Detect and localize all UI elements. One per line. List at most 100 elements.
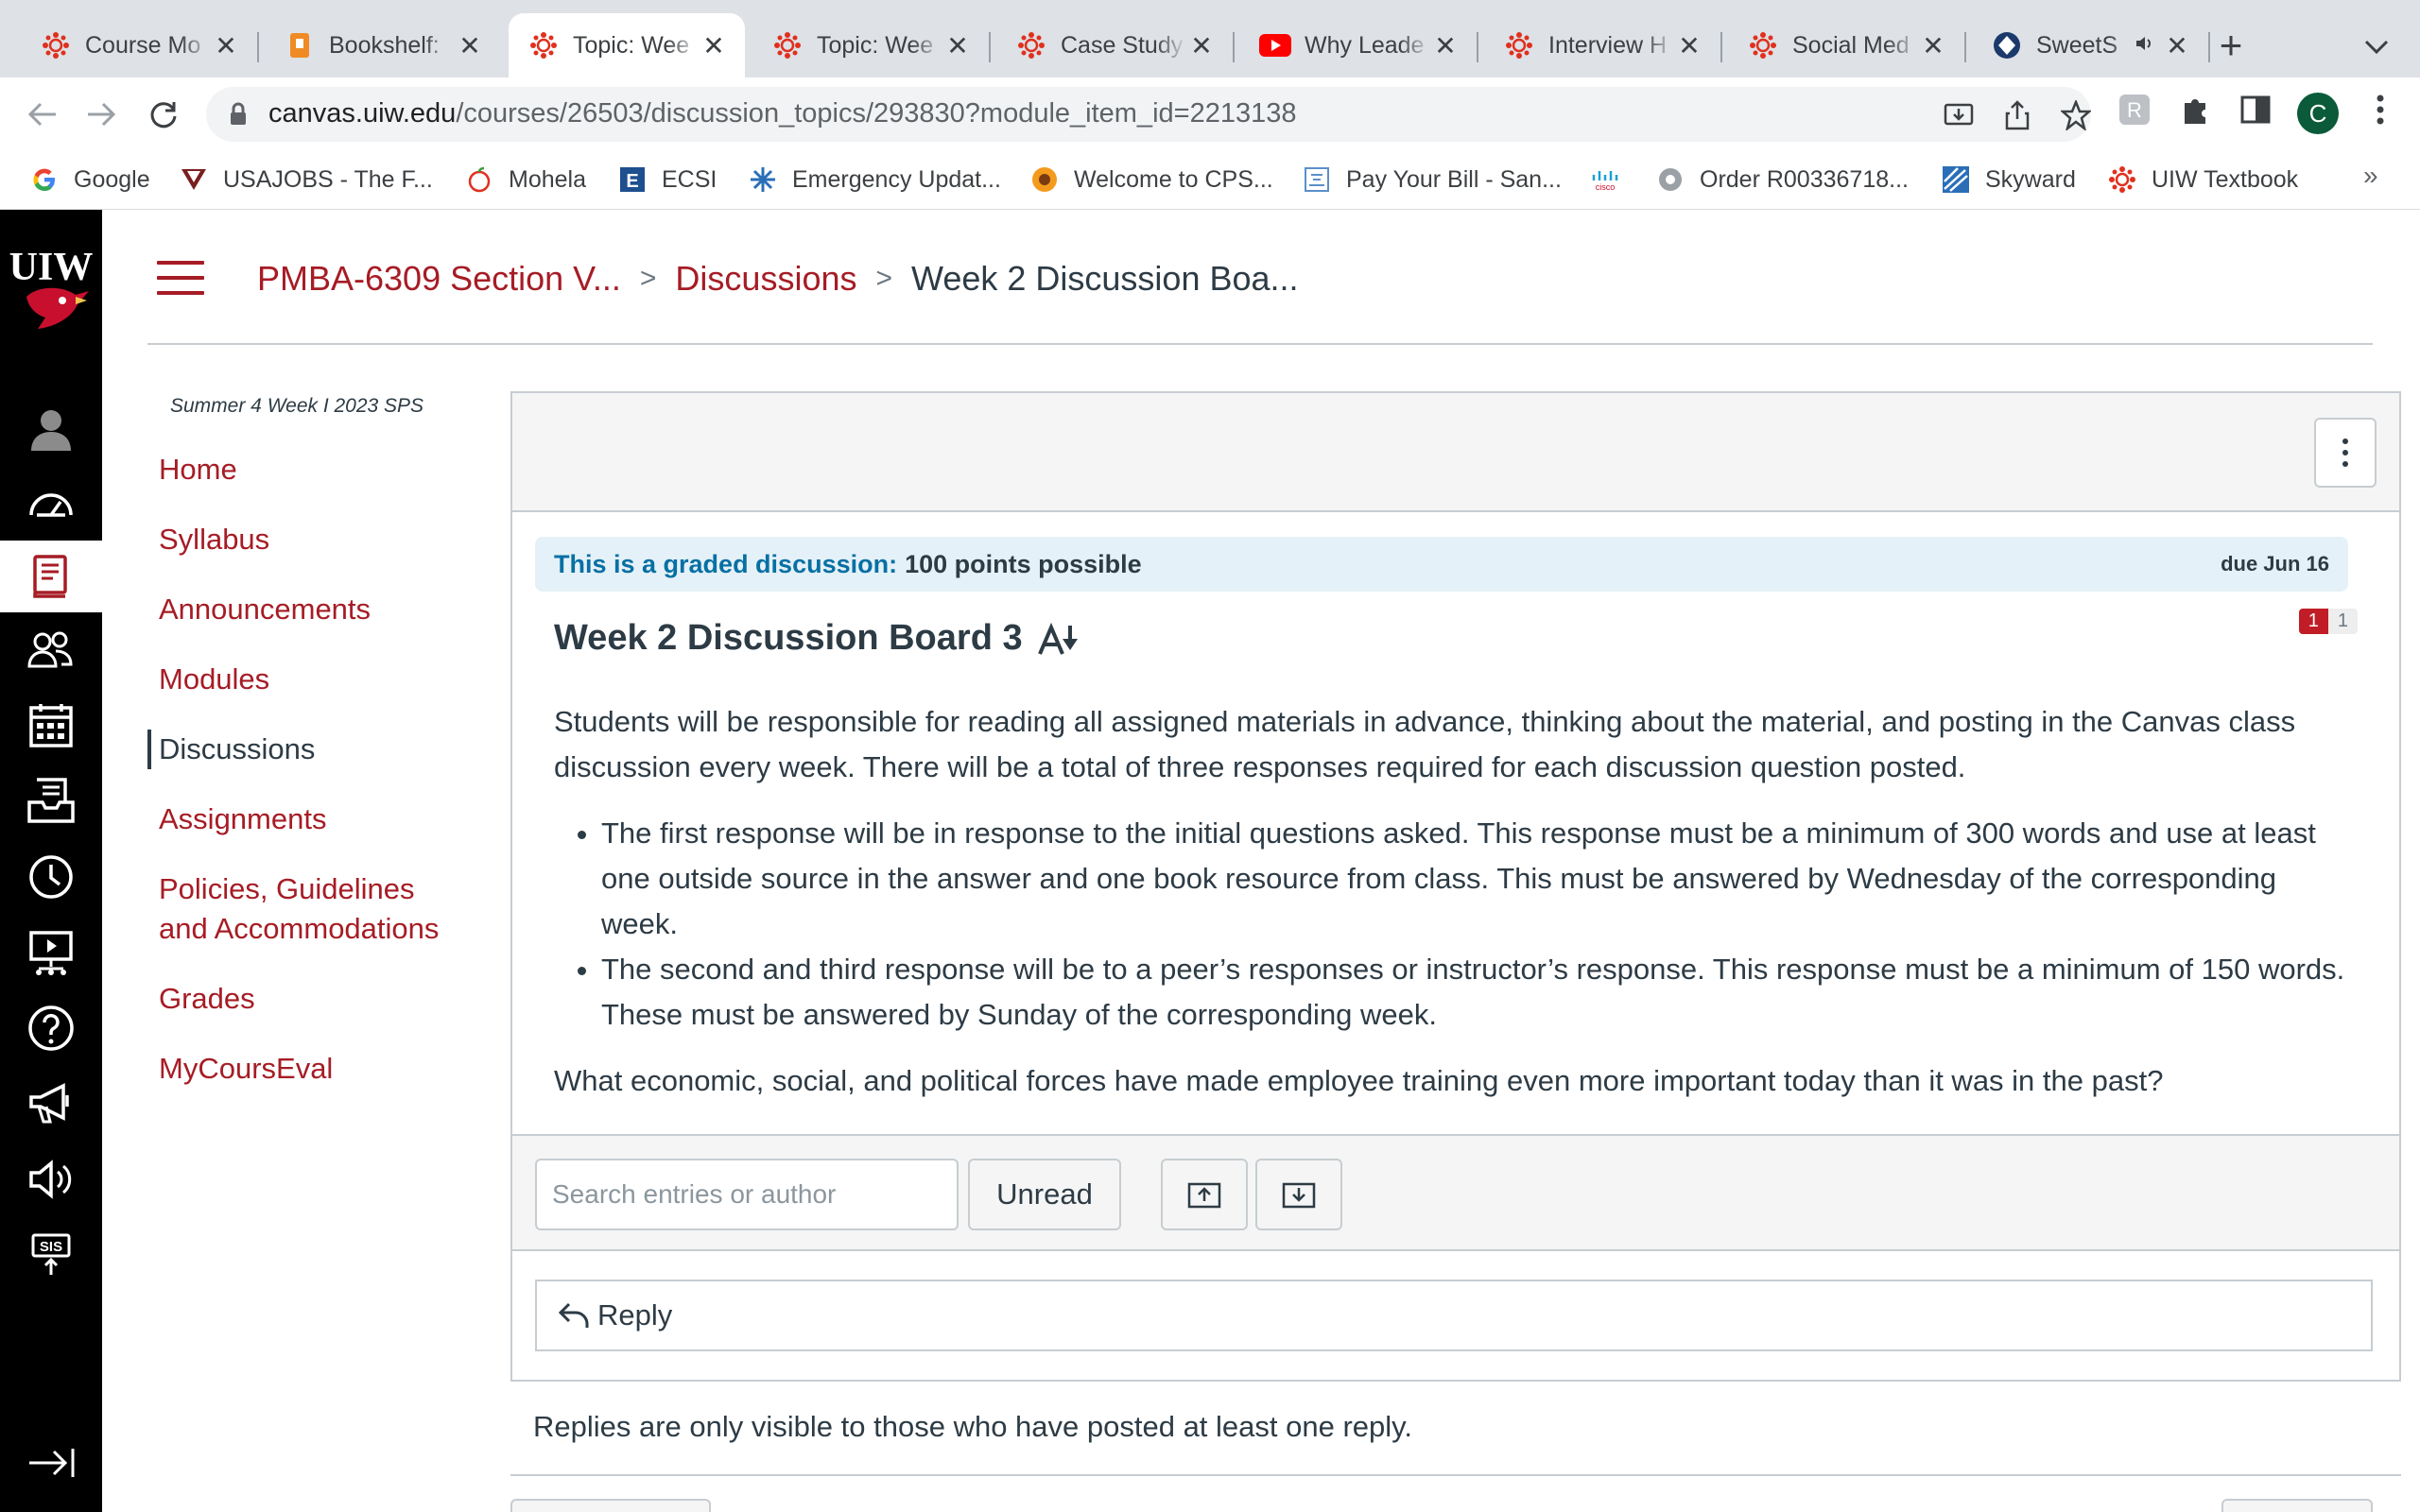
address-bar[interactable]: canvas.uiw.edu/courses/26503/discussion_…: [206, 87, 2091, 142]
course-nav-modules[interactable]: Modules: [147, 660, 459, 699]
tab-separator: [1964, 32, 1966, 62]
collapse-nav-item[interactable]: [0, 1427, 102, 1499]
cps-icon: [1028, 163, 1061, 196]
list-item: The second and third response will be to…: [601, 947, 2350, 1038]
course-nav-announcements[interactable]: Announcements: [147, 590, 459, 629]
tab-close-icon[interactable]: ✕: [1675, 31, 1703, 60]
course-nav-grades[interactable]: Grades: [147, 979, 459, 1019]
inbox-nav-item[interactable]: [0, 765, 102, 837]
course-nav-home[interactable]: Home: [147, 450, 459, 490]
install-app-icon[interactable]: [1942, 98, 1976, 132]
due-date: due Jun 16: [2221, 552, 2329, 576]
course-nav-syllabus[interactable]: Syllabus: [147, 520, 459, 559]
groups-nav-item[interactable]: [0, 614, 102, 686]
tab-title: Topic: Wee: [573, 31, 690, 59]
audio-nav-item[interactable]: [0, 1143, 102, 1215]
reply-button[interactable]: Reply: [535, 1280, 2373, 1351]
tab-close-icon[interactable]: ✕: [212, 31, 240, 60]
forward-button[interactable]: [78, 91, 125, 138]
share-icon[interactable]: [2000, 98, 2034, 132]
dashboard-nav-item[interactable]: [0, 467, 102, 539]
course-nav-discussions[interactable]: Discussions: [147, 730, 459, 769]
unread-filter-button[interactable]: Unread: [968, 1159, 1121, 1230]
tab-search-chevron-icon[interactable]: [2358, 28, 2395, 66]
bookmark-item[interactable]: E ECSI: [616, 163, 717, 197]
profile-avatar[interactable]: C: [2297, 93, 2339, 134]
announcements-nav-item[interactable]: [0, 1068, 102, 1140]
canvas-icon: [1503, 29, 1535, 61]
bookmark-item[interactable]: UIW Textbook: [2106, 163, 2298, 197]
bookmarks-overflow-button[interactable]: »: [2363, 161, 2378, 191]
expand-replies-button[interactable]: [1255, 1159, 1342, 1230]
browser-tab[interactable]: Bookshelf: ✕: [265, 13, 501, 77]
speaker-icon: [29, 1160, 72, 1199]
uiw-logo[interactable]: UIW: [0, 238, 102, 352]
browser-menu-icon[interactable]: [2361, 91, 2399, 129]
course-nav-assignments[interactable]: Assignments: [147, 799, 459, 839]
bookmark-item[interactable]: Mohela: [463, 163, 586, 197]
bookmark-item[interactable]: cisco: [1590, 163, 1635, 197]
tab-close-icon[interactable]: ✕: [2163, 31, 2191, 60]
course-nav-policies[interactable]: Policies, Guidelines and Accommodations: [147, 869, 459, 949]
browser-tab[interactable]: Topic: Wee ✕: [509, 13, 745, 77]
previous-module-button[interactable]: [510, 1499, 711, 1512]
svg-text:UIW: UIW: [9, 246, 94, 289]
browser-tab[interactable]: Interview H ✕: [1484, 13, 1720, 77]
new-tab-button[interactable]: +: [2210, 23, 2252, 67]
next-module-button[interactable]: [2221, 1499, 2373, 1512]
bookmark-item[interactable]: Order R00336718...: [1654, 163, 1909, 197]
reply-arrow-icon: [558, 1302, 589, 1328]
breadcrumb-course-link[interactable]: PMBA-6309 Section V...: [257, 259, 621, 299]
expand-down-icon: [1282, 1182, 1316, 1209]
back-button[interactable]: [19, 91, 66, 138]
browser-tab[interactable]: Case Study ✕: [996, 13, 1233, 77]
bookmark-item[interactable]: Emergency Updat...: [747, 163, 1001, 197]
tab-close-icon[interactable]: ✕: [1431, 31, 1460, 60]
account-nav-item[interactable]: [0, 393, 102, 465]
reload-button[interactable]: [140, 91, 187, 138]
tab-close-icon[interactable]: ✕: [1919, 31, 1947, 60]
bookmark-item[interactable]: Pay Your Bill - San...: [1301, 163, 1562, 197]
immersive-reader-icon[interactable]: [1036, 620, 1080, 658]
url-text[interactable]: canvas.uiw.edu/courses/26503/discussion_…: [268, 98, 1296, 129]
bookmark-item[interactable]: USAJOBS - The F...: [178, 163, 433, 197]
studio-nav-item[interactable]: [0, 917, 102, 988]
bookmark-item[interactable]: Google: [28, 163, 150, 197]
global-navigation: UIW SIS: [0, 210, 102, 1512]
breadcrumb-discussions-link[interactable]: Discussions: [675, 259, 856, 299]
tab-separator: [1477, 32, 1478, 62]
browser-tab[interactable]: Course Mo ✕: [21, 13, 257, 77]
tab-close-icon[interactable]: ✕: [700, 31, 728, 60]
courses-nav-item[interactable]: [0, 541, 102, 612]
browser-tab[interactable]: Topic: Wee ✕: [752, 13, 989, 77]
tab-separator: [257, 32, 259, 62]
tab-close-icon[interactable]: ✕: [456, 31, 484, 60]
extension-r-icon[interactable]: R: [2116, 91, 2153, 129]
browser-tab[interactable]: Social Med ✕: [1728, 13, 1964, 77]
browser-tab[interactable]: SweetS ✕: [1972, 13, 2208, 77]
sis-nav-item[interactable]: SIS: [0, 1219, 102, 1291]
bookmark-item[interactable]: Welcome to CPS...: [1028, 163, 1273, 197]
lock-icon[interactable]: [225, 101, 251, 128]
side-panel-icon[interactable]: [2237, 91, 2274, 129]
bookmark-item[interactable]: Skyward: [1940, 163, 2076, 197]
help-nav-item[interactable]: [0, 992, 102, 1064]
tab-close-icon[interactable]: ✕: [1187, 31, 1216, 60]
calendar-nav-item[interactable]: [0, 690, 102, 762]
bookmark-star-icon[interactable]: [2059, 98, 2093, 132]
history-nav-item[interactable]: [0, 841, 102, 913]
extensions-puzzle-icon[interactable]: [2176, 91, 2214, 129]
discussion-options-kebab-icon[interactable]: [2314, 418, 2377, 488]
course-menu-hamburger-icon[interactable]: [157, 261, 204, 295]
collapse-replies-button[interactable]: [1161, 1159, 1248, 1230]
tab-title: Bookshelf:: [329, 31, 440, 59]
tab-close-icon[interactable]: ✕: [943, 31, 972, 60]
course-nav-mycourseval[interactable]: MyCoursEval: [147, 1049, 459, 1089]
search-entries-input[interactable]: [535, 1159, 959, 1230]
discussion-header-bar: [512, 393, 2399, 512]
browser-toolbar: canvas.uiw.edu/courses/26503/discussion_…: [0, 77, 2420, 151]
browser-tab[interactable]: Why Leade ✕: [1240, 13, 1477, 77]
tab-audio-icon[interactable]: [2135, 34, 2155, 58]
groups-people-icon: [27, 631, 73, 668]
graded-discussion-banner: This is a graded discussion: 100 points …: [535, 537, 2348, 592]
